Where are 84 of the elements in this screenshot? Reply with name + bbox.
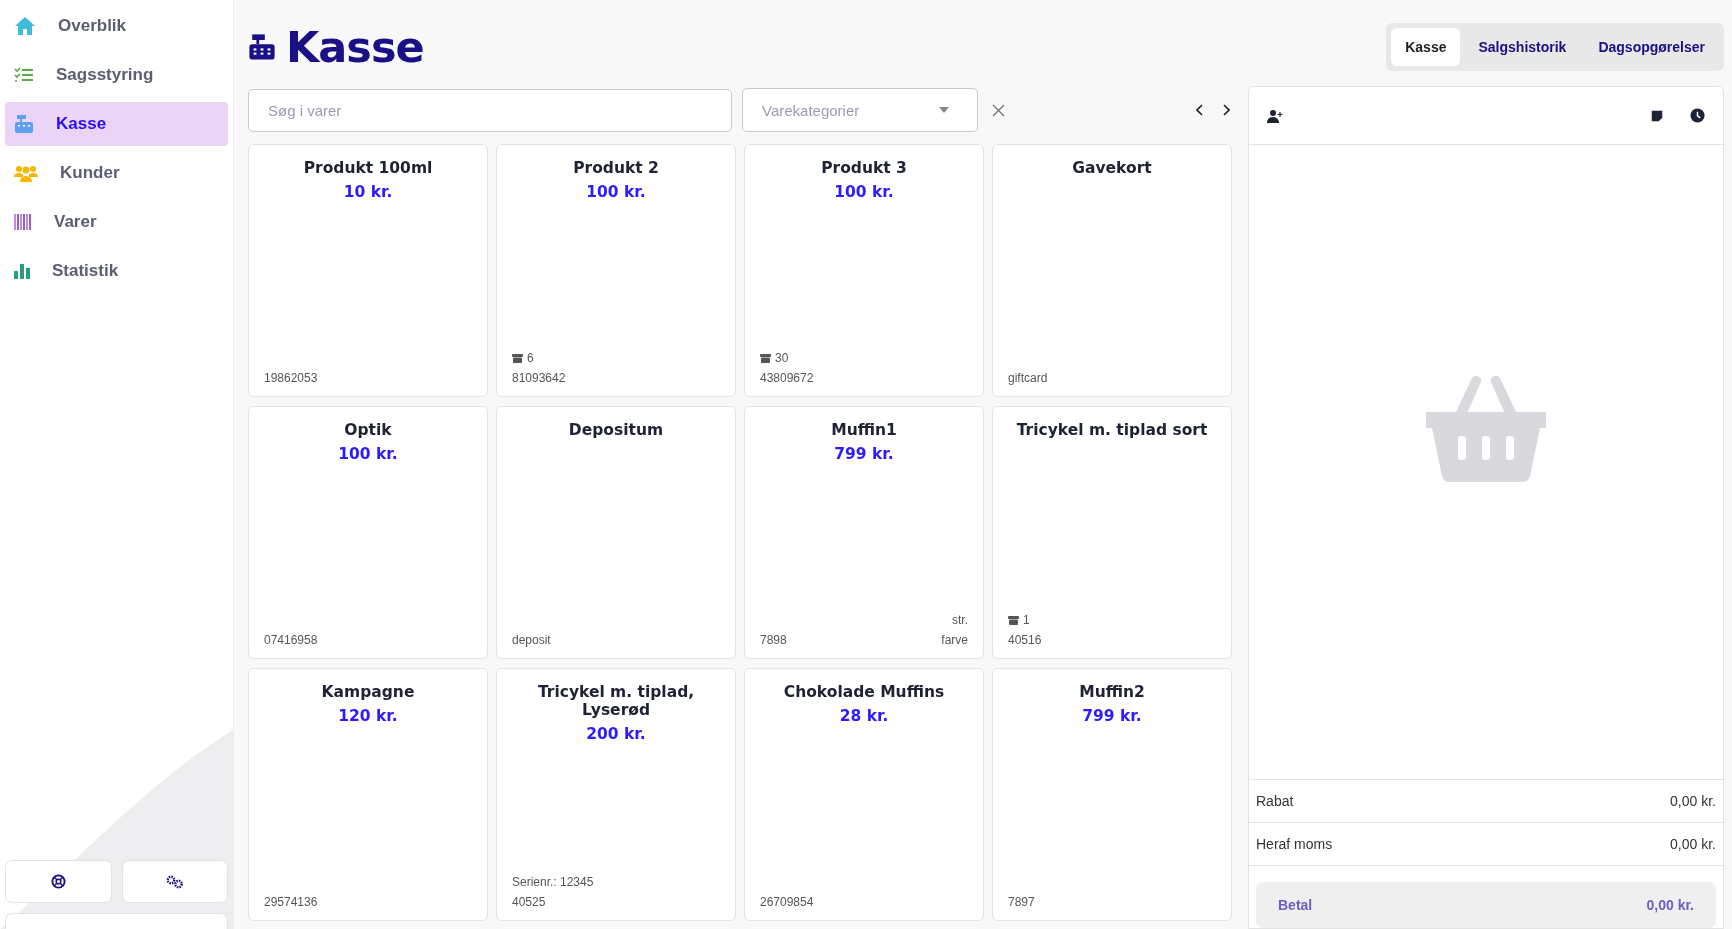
product-price: 100 kr.	[834, 183, 894, 201]
product-price: 200 kr.	[586, 725, 646, 743]
cash-register-icon	[248, 34, 276, 60]
product-price: 28 kr.	[839, 707, 889, 725]
product-name: Tricykel m. tiplad sort	[1016, 421, 1208, 439]
product-price: 799 kr.	[1082, 707, 1142, 725]
product-code: 07416958	[264, 633, 318, 647]
stock-count: 1	[1023, 613, 1030, 627]
caret-icon	[939, 107, 949, 113]
product-name: Gavekort	[1072, 159, 1152, 177]
tab[interactable]: Kasse	[1391, 28, 1461, 66]
settings-icon	[165, 874, 184, 889]
summary-value: 0,00 kr.	[1670, 836, 1716, 852]
product-name: Tricykel m. tiplad, Lyserød	[536, 683, 696, 719]
summary-label: Heraf moms	[1256, 836, 1333, 852]
product-name: Chokolade Muffins	[783, 683, 945, 701]
product-card[interactable]: Optik 100 kr. 07416958	[248, 406, 488, 659]
box-icon	[512, 353, 523, 363]
search-field[interactable]: Søg i varer	[248, 88, 732, 132]
product-name: Muffin1	[831, 421, 897, 439]
tab[interactable]: Salgshistorik	[1464, 28, 1581, 66]
product-code: 43809672	[760, 371, 814, 385]
product-code: 81093642	[512, 371, 566, 385]
product-card[interactable]: Muffin2 799 kr. 7897	[992, 668, 1232, 921]
product-name: Optik	[344, 421, 392, 439]
summary-value: 0,00 kr.	[1670, 793, 1716, 809]
stock-count: 6	[527, 351, 534, 365]
chevron-left-icon	[1196, 104, 1204, 116]
bar-chart-icon	[14, 263, 30, 279]
product-price: 100 kr.	[586, 183, 646, 201]
product-name: Depositum	[568, 421, 664, 439]
attribute-label: str.	[952, 613, 968, 627]
product-name: Produkt 2	[573, 159, 659, 177]
sidebar-item[interactable]: Statistik	[5, 249, 228, 293]
product-card[interactable]: Chokolade Muffins 28 kr. 26709854	[744, 668, 984, 921]
chevron-right-icon	[1222, 104, 1230, 116]
product-name: Produkt 100ml	[303, 159, 433, 177]
product-card[interactable]: Muffin1 799 kr. 7898 str. farve	[744, 406, 984, 659]
product-card[interactable]: Depositum deposit	[496, 406, 736, 659]
product-card[interactable]: Produkt 100ml 10 kr. 19862053	[248, 144, 488, 397]
product-card[interactable]: Produkt 3 100 kr. 30 43809672	[744, 144, 984, 397]
serial-number: Serienr.: 12345	[512, 875, 594, 889]
product-name: Kampagne	[321, 683, 415, 701]
product-code: 7898	[760, 633, 787, 647]
product-code: 40525	[512, 895, 547, 909]
close-icon	[992, 103, 1005, 117]
product-code: 19862053	[264, 371, 318, 385]
attribute-label: farve	[941, 633, 968, 647]
checklist-icon	[14, 67, 34, 83]
product-card[interactable]: Produkt 2 100 kr. 6 81093642	[496, 144, 736, 397]
help-button[interactable]	[5, 860, 112, 903]
product-card[interactable]: Tricykel m. tiplad sort 1 40516	[992, 406, 1232, 659]
box-icon	[1008, 615, 1019, 625]
sidebar-item[interactable]: Varer	[5, 200, 228, 244]
sidebar-item[interactable]: Kunder	[5, 151, 228, 195]
stock-count: 30	[775, 351, 789, 365]
product-name: Produkt 3	[821, 159, 907, 177]
lifebuoy-icon	[50, 874, 66, 889]
product-price: 100 kr.	[338, 445, 398, 463]
barcode-icon	[14, 214, 32, 230]
sidebar-item[interactable]: Overblik	[5, 4, 228, 48]
product-price: 10 kr.	[343, 183, 393, 201]
pay-button[interactable]: Betal 0,00 kr.	[1256, 882, 1716, 928]
product-card[interactable]: Kampagne 120 kr. 29574136	[248, 668, 488, 921]
box-icon	[760, 353, 771, 363]
summary-label: Rabat	[1256, 793, 1294, 809]
page-title: Kasse	[286, 22, 424, 72]
product-code: 40516	[1008, 633, 1042, 647]
product-code: deposit	[512, 633, 551, 647]
sidebar-item[interactable]: Sagsstyring	[5, 53, 228, 97]
product-card[interactable]: Gavekort giftcard	[992, 144, 1232, 397]
cash-register-icon	[14, 115, 34, 133]
product-code: 29574136	[264, 895, 318, 909]
tab[interactable]: Dagsopgørelser	[1584, 28, 1719, 66]
sidebar-item[interactable]: Kasse	[5, 102, 228, 146]
product-code: 7897	[1008, 895, 1035, 909]
product-card[interactable]: Tricykel m. tiplad, Lyserød 200 kr. Serienr.: 12345 40525	[496, 668, 736, 921]
product-name: Muffin2	[1079, 683, 1145, 701]
product-price: 799 kr.	[834, 445, 894, 463]
users-icon	[14, 164, 38, 182]
home-icon	[14, 16, 36, 36]
product-price: 120 kr.	[338, 707, 398, 725]
product-code: giftcard	[1008, 371, 1048, 385]
product-code: 26709854	[760, 895, 814, 909]
